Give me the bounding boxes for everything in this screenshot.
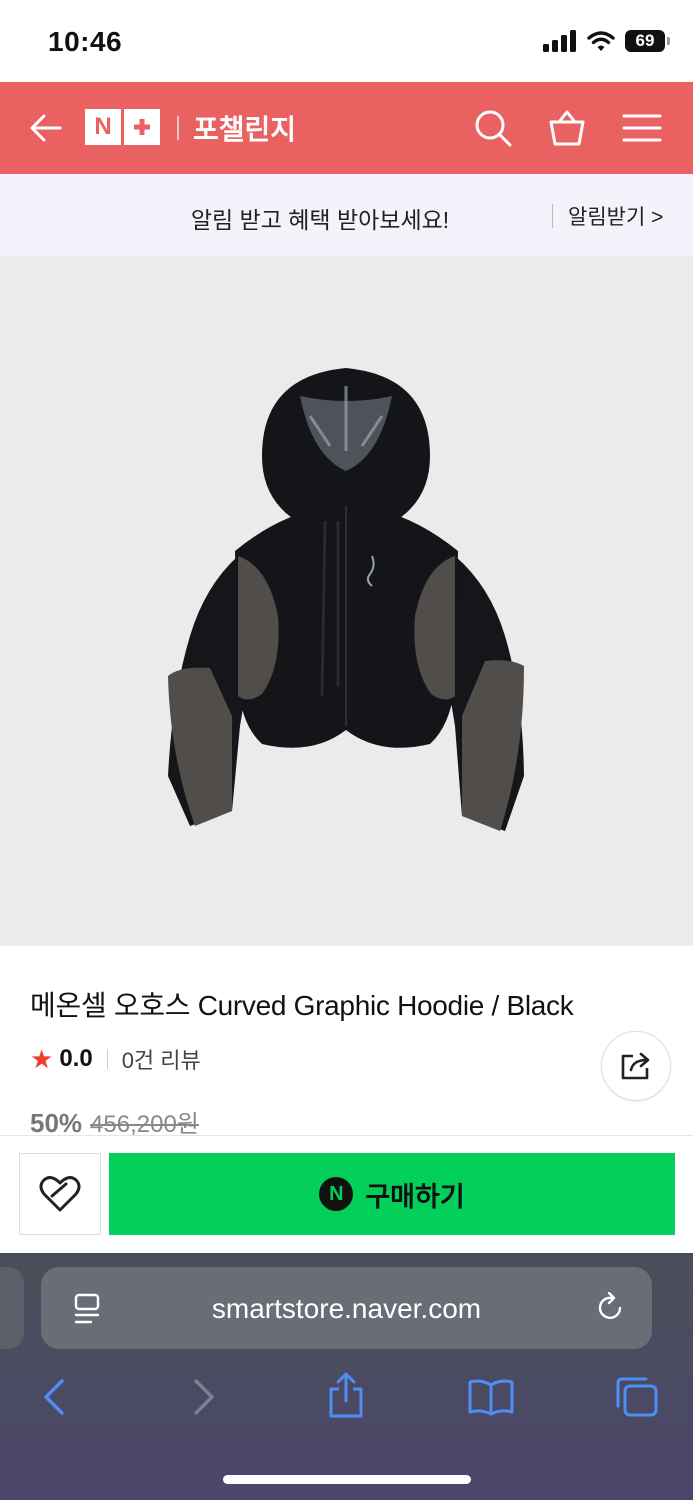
star-icon: ★ [30,1043,54,1074]
url-text[interactable]: smartstore.naver.com [41,1293,652,1325]
status-bar: 10:46 69 [0,0,693,82]
naver-pay-icon: N [319,1177,354,1211]
product-rating[interactable]: ★ 0.0 0건 리뷰 [30,1043,201,1075]
browser-toolbar: smartstore.naver.com [0,1253,693,1500]
home-indicator [223,1475,471,1484]
product-info: 메온셀 오호스 Curved Graphic Hoodie / Black ★ … [0,946,693,1139]
back-icon[interactable] [40,1378,70,1416]
search-icon[interactable] [473,108,513,148]
heart-icon [39,1176,81,1212]
back-arrow-icon[interactable] [26,108,66,148]
rating-score: 0.0 [59,1045,93,1072]
hoodie-image [168,368,524,831]
original-price: 456,200원 [90,1111,199,1138]
signal-icon [543,30,576,52]
share-icon [621,1052,650,1080]
purchase-bar: N 구매하기 [0,1135,693,1254]
status-time: 10:46 [48,26,123,57]
wishlist-button[interactable] [19,1153,101,1235]
shopping-bag-icon[interactable] [547,108,587,148]
buy-label: 구매하기 [365,1181,465,1212]
naver-plus-logo[interactable]: N [85,109,160,145]
plus-icon [134,119,150,135]
status-icons: 69 [543,30,670,52]
buy-button[interactable]: N 구매하기 [109,1153,675,1235]
logo-n: N [85,109,121,145]
review-count[interactable]: 0건 리뷰 [122,1043,201,1075]
notification-banner: 알림 받고 혜택 받아보세요! 알림받기 > [0,174,693,257]
reload-icon[interactable] [596,1292,626,1324]
store-header: N 포챌린지 [0,82,693,174]
notice-message: 알림 받고 혜택 받아보세요! [190,207,450,233]
bookmarks-icon[interactable] [467,1377,515,1417]
store-name[interactable]: 포챌린지 [193,108,296,148]
forward-icon[interactable] [188,1378,218,1416]
share-sheet-icon[interactable] [327,1371,365,1419]
price-row: 50% 456,200원 [30,1104,199,1139]
product-image[interactable] [0,256,693,946]
battery-indicator: 69 [625,30,670,52]
share-button[interactable] [601,1031,671,1101]
rating-divider [106,1049,108,1069]
address-bar[interactable]: smartstore.naver.com [41,1267,652,1349]
subscribe-alert-link[interactable]: 알림받기 > [568,201,663,231]
header-divider [177,116,179,140]
notice-divider [552,204,553,228]
wifi-icon [587,31,615,51]
previous-tab-preview[interactable] [0,1267,24,1349]
tabs-icon[interactable] [614,1375,660,1419]
logo-plus [124,109,160,145]
menu-icon[interactable] [622,108,662,148]
product-title: 메온셀 오호스 Curved Graphic Hoodie / Black [30,990,574,1021]
